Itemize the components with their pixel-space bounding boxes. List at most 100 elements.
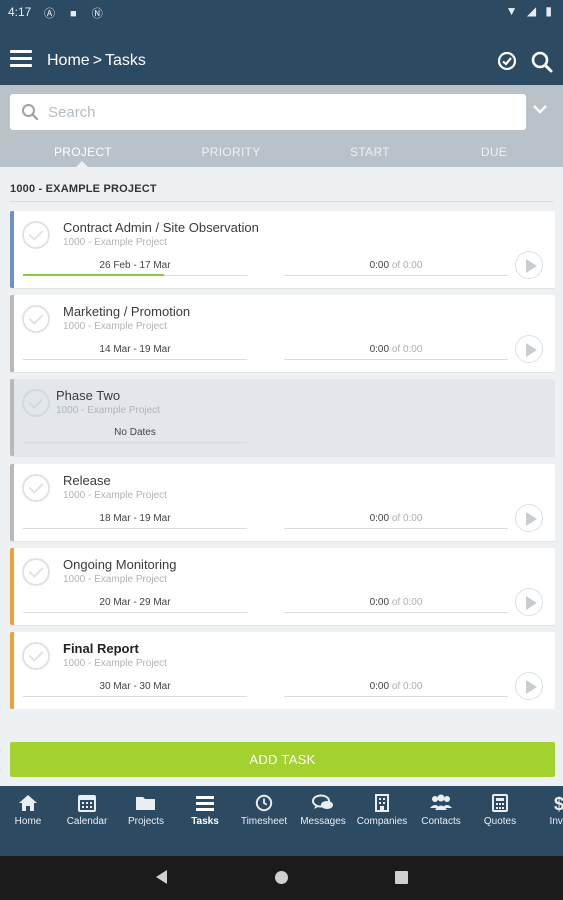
- calculator-icon: [492, 794, 508, 812]
- task-card[interactable]: Marketing / Promotion 1000 - Example Pro…: [10, 295, 555, 372]
- divider: [284, 275, 508, 276]
- time-total: 0:00: [402, 260, 423, 271]
- task-time: 0:00 of 0:00: [284, 513, 508, 524]
- play-timer-icon[interactable]: [515, 672, 543, 700]
- time-total: 0:00: [402, 681, 423, 692]
- building-icon: [375, 794, 389, 812]
- divider: [284, 696, 508, 697]
- calendar-icon: [78, 795, 96, 812]
- chevron-down-icon[interactable]: [532, 103, 548, 115]
- task-project: 1000 - Example Project: [63, 321, 167, 332]
- check-circle-icon[interactable]: [497, 51, 517, 71]
- task-dates: 30 Mar - 30 Mar: [99, 681, 171, 692]
- divider: [23, 442, 247, 443]
- divider: [23, 612, 247, 613]
- filter-panel: PROJECT PRIORITY START DUE: [0, 85, 563, 167]
- bottom-navigation: Home Calendar Projects Tasks Timesheet M…: [0, 786, 563, 856]
- nav-contacts[interactable]: Contacts: [411, 794, 471, 827]
- breadcrumb-home[interactable]: Home: [47, 52, 90, 69]
- task-time: 0:00 of 0:00: [284, 344, 508, 355]
- system-navigation-bar: [0, 856, 563, 900]
- play-timer-icon[interactable]: [515, 588, 543, 616]
- home-button-icon[interactable]: [275, 871, 288, 884]
- back-icon[interactable]: [156, 870, 167, 884]
- search-input[interactable]: [48, 100, 518, 124]
- add-task-button[interactable]: ADD TASK: [10, 742, 555, 777]
- nav-projects[interactable]: Projects: [116, 794, 176, 827]
- task-name: Marketing / Promotion: [63, 304, 191, 319]
- divider: [10, 201, 553, 202]
- play-timer-icon[interactable]: [515, 504, 543, 532]
- tab-due[interactable]: DUE: [481, 145, 507, 159]
- nav-home[interactable]: Home: [0, 794, 58, 827]
- divider: [284, 612, 508, 613]
- complete-check-icon[interactable]: [22, 389, 50, 417]
- task-name: Ongoing Monitoring: [63, 557, 177, 572]
- tab-priority[interactable]: PRIORITY: [201, 145, 260, 159]
- home-icon: [19, 795, 37, 811]
- time-spent: 0:00: [369, 344, 390, 355]
- play-timer-icon[interactable]: [515, 335, 543, 363]
- nav-quotes[interactable]: Quotes: [470, 794, 530, 827]
- task-card[interactable]: Contract Admin / Site Observation 1000 -…: [10, 211, 555, 288]
- complete-check-icon[interactable]: [22, 558, 50, 586]
- search-icon: [22, 104, 39, 121]
- task-card[interactable]: Ongoing Monitoring 1000 - Example Projec…: [10, 548, 555, 625]
- breadcrumb-current: Tasks: [105, 52, 146, 69]
- nav-companies[interactable]: Companies: [352, 794, 412, 827]
- group-title: 1000 - EXAMPLE PROJECT: [10, 183, 157, 195]
- complete-check-icon[interactable]: [22, 221, 50, 249]
- time-spent: 0:00: [369, 597, 390, 608]
- divider: [23, 528, 247, 529]
- task-project: 1000 - Example Project: [56, 405, 160, 416]
- breadcrumb: Home > Tasks: [47, 52, 146, 70]
- task-dates: 20 Mar - 29 Mar: [99, 597, 171, 608]
- task-name: Phase Two: [56, 388, 121, 403]
- clock-icon: [255, 794, 273, 812]
- time-total: 0:00: [402, 344, 423, 355]
- task-card[interactable]: Phase Two 1000 - Example Project No Date…: [10, 379, 555, 456]
- nav-label: Tasks: [191, 816, 219, 827]
- divider: [23, 696, 247, 697]
- task-card[interactable]: Final Report 1000 - Example Project 30 M…: [10, 632, 555, 709]
- tab-project[interactable]: PROJECT: [54, 145, 112, 159]
- breadcrumb-separator: >: [92, 52, 103, 69]
- system-status-icons: ▼ ◢ ▮: [505, 4, 555, 18]
- nav-label: Calendar: [66, 816, 108, 827]
- tab-start[interactable]: START: [350, 145, 390, 159]
- task-card[interactable]: Release 1000 - Example Project 18 Mar - …: [10, 464, 555, 541]
- nav-messages[interactable]: Messages: [293, 794, 353, 827]
- nav-invoices[interactable]: $ Invo: [529, 794, 563, 827]
- complete-check-icon[interactable]: [22, 305, 50, 333]
- search-box: [10, 94, 526, 130]
- nav-calendar[interactable]: Calendar: [57, 794, 117, 827]
- play-timer-icon[interactable]: [515, 251, 543, 279]
- task-name: Contract Admin / Site Observation: [63, 220, 259, 235]
- time-of: of: [391, 513, 401, 524]
- nav-label: Invo: [549, 816, 563, 827]
- task-list: 1000 - EXAMPLE PROJECT Contract Admin / …: [0, 167, 563, 786]
- task-time: 0:00 of 0:00: [284, 260, 508, 271]
- time-of: of: [391, 344, 401, 355]
- task-time: 0:00 of 0:00: [284, 597, 508, 608]
- messages-icon: [312, 794, 333, 809]
- task-project: 1000 - Example Project: [63, 490, 167, 501]
- recent-apps-icon[interactable]: [395, 871, 408, 884]
- nav-timesheet[interactable]: Timesheet: [234, 794, 294, 827]
- nav-label: Projects: [127, 816, 165, 827]
- hamburger-menu-icon[interactable]: [10, 50, 32, 68]
- task-progress-bar: [23, 274, 165, 276]
- nav-label: Contacts: [421, 816, 461, 827]
- complete-check-icon[interactable]: [22, 474, 50, 502]
- time-spent: 0:00: [369, 260, 390, 271]
- nav-label: Messages: [300, 816, 346, 827]
- time-of: of: [391, 597, 401, 608]
- contacts-icon: [430, 794, 452, 810]
- search-icon[interactable]: [530, 50, 554, 74]
- complete-check-icon[interactable]: [22, 642, 50, 670]
- nav-tasks[interactable]: Tasks: [175, 794, 235, 827]
- task-project: 1000 - Example Project: [63, 574, 167, 585]
- task-time: 0:00 of 0:00: [284, 681, 508, 692]
- time-total: 0:00: [402, 597, 423, 608]
- time-spent: 0:00: [369, 513, 390, 524]
